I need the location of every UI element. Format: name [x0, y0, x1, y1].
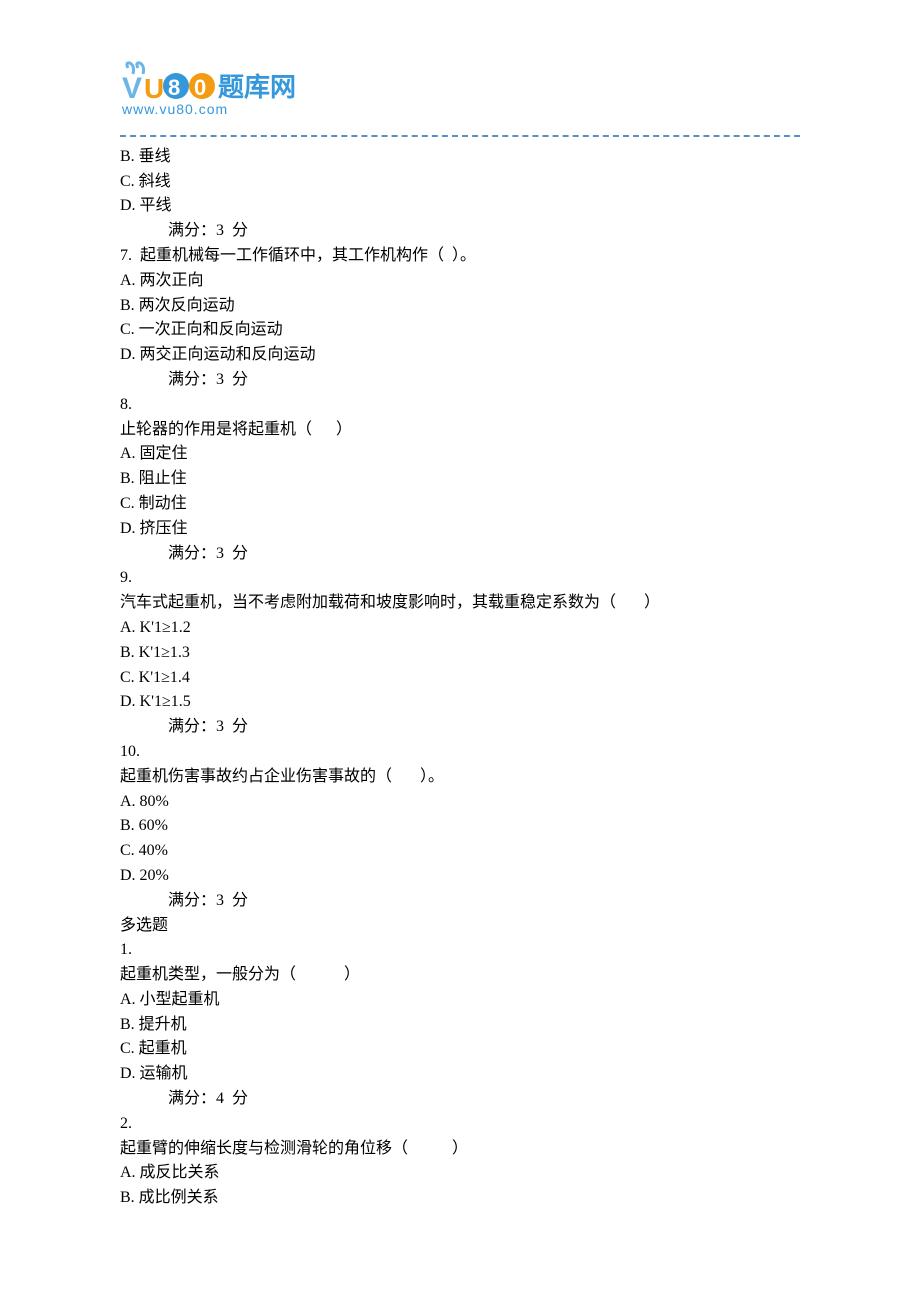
text-line: B. 提升机 — [120, 1013, 800, 1038]
text-line: 满分：3 分 — [120, 368, 800, 393]
text-line: 汽车式起重机，当不考虑附加载荷和坡度影响时，其载重稳定系数为（ ） — [120, 591, 800, 616]
svg-text:0: 0 — [194, 75, 206, 100]
text-line: C. 40% — [120, 839, 800, 864]
text-line: 2. — [120, 1112, 800, 1137]
text-line: 满分：3 分 — [120, 715, 800, 740]
text-line: 9. — [120, 566, 800, 591]
text-line: 8. — [120, 393, 800, 418]
text-line: 起重臂的伸缩长度与检测滑轮的角位移（ ） — [120, 1137, 800, 1162]
text-line: D. 两交正向运动和反向运动 — [120, 343, 800, 368]
text-line: D. 挤压住 — [120, 517, 800, 542]
text-line: C. 起重机 — [120, 1037, 800, 1062]
text-line: C. 制动住 — [120, 492, 800, 517]
logo-container: V U 8 0 题库网 www.vu80.com — [120, 60, 800, 127]
document-content: B. 垂线C. 斜线D. 平线满分：3 分7. 起重机械每一工作循环中，其工作机… — [120, 145, 800, 1211]
logo-text-main: 题库网 — [218, 73, 296, 102]
text-line: 10. — [120, 740, 800, 765]
text-line: B. 阻止住 — [120, 467, 800, 492]
text-line: B. 成比例关系 — [120, 1186, 800, 1211]
text-line: D. 运输机 — [120, 1062, 800, 1087]
text-line: 止轮器的作用是将起重机（ ） — [120, 418, 800, 443]
text-line: A. 80% — [120, 790, 800, 815]
text-line: B. K'1≥1.3 — [120, 641, 800, 666]
text-line: 满分：3 分 — [120, 542, 800, 567]
header-separator — [120, 135, 800, 137]
text-line: A. K'1≥1.2 — [120, 616, 800, 641]
text-line: A. 两次正向 — [120, 269, 800, 294]
text-line: C. 一次正向和反向运动 — [120, 318, 800, 343]
text-line: A. 小型起重机 — [120, 988, 800, 1013]
text-line: A. 成反比关系 — [120, 1161, 800, 1186]
text-line: 1. — [120, 938, 800, 963]
text-line: 起重机伤害事故约占企业伤害事故的（ ）。 — [120, 765, 800, 790]
svg-text:U: U — [144, 73, 164, 104]
text-line: C. K'1≥1.4 — [120, 666, 800, 691]
text-line: 多选题 — [120, 914, 800, 939]
text-line: B. 两次反向运动 — [120, 294, 800, 319]
text-line: A. 固定住 — [120, 442, 800, 467]
text-line: 满分：3 分 — [120, 219, 800, 244]
logo-text-url: www.vu80.com — [121, 101, 228, 117]
text-line: B. 垂线 — [120, 145, 800, 170]
text-line: B. 60% — [120, 814, 800, 839]
text-line: D. 平线 — [120, 194, 800, 219]
text-line: D. K'1≥1.5 — [120, 690, 800, 715]
vu80-logo: V U 8 0 题库网 www.vu80.com — [120, 60, 320, 118]
text-line: D. 20% — [120, 864, 800, 889]
svg-text:8: 8 — [168, 75, 180, 100]
text-line: 7. 起重机械每一工作循环中，其工作机构作（ ）。 — [120, 244, 800, 269]
text-line: 满分：4 分 — [120, 1087, 800, 1112]
text-line: 起重机类型，一般分为（ ） — [120, 963, 800, 988]
text-line: C. 斜线 — [120, 170, 800, 195]
text-line: 满分：3 分 — [120, 889, 800, 914]
